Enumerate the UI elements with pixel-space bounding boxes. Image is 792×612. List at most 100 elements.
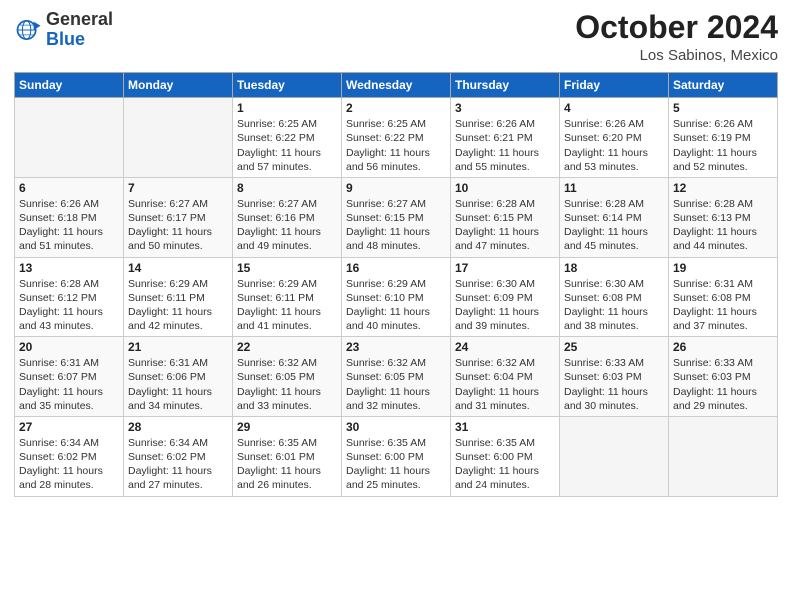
logo-text: General Blue — [46, 10, 113, 50]
calendar-header-wednesday: Wednesday — [342, 73, 451, 98]
calendar-cell: 28 Sunrise: 6:34 AM Sunset: 6:02 PM Dayli… — [124, 416, 233, 496]
day-info: Sunrise: 6:32 AM Sunset: 6:05 PM Dayligh… — [237, 356, 337, 413]
day-info: Sunrise: 6:28 AM Sunset: 6:14 PM Dayligh… — [564, 197, 664, 254]
calendar-cell: 22 Sunrise: 6:32 AM Sunset: 6:05 PM Dayli… — [233, 337, 342, 417]
calendar-cell: 10 Sunrise: 6:28 AM Sunset: 6:15 PM Dayli… — [451, 177, 560, 257]
day-number: 29 — [237, 420, 337, 434]
calendar-cell — [15, 98, 124, 178]
calendar-cell: 13 Sunrise: 6:28 AM Sunset: 6:12 PM Dayli… — [15, 257, 124, 337]
day-info: Sunrise: 6:27 AM Sunset: 6:17 PM Dayligh… — [128, 197, 228, 254]
calendar-cell: 23 Sunrise: 6:32 AM Sunset: 6:05 PM Dayli… — [342, 337, 451, 417]
day-number: 9 — [346, 181, 446, 195]
calendar-table: SundayMondayTuesdayWednesdayThursdayFrid… — [14, 72, 778, 496]
day-info: Sunrise: 6:31 AM Sunset: 6:06 PM Dayligh… — [128, 356, 228, 413]
day-number: 4 — [564, 101, 664, 115]
day-number: 15 — [237, 261, 337, 275]
day-number: 13 — [19, 261, 119, 275]
day-info: Sunrise: 6:31 AM Sunset: 6:07 PM Dayligh… — [19, 356, 119, 413]
location-title: Los Sabinos, Mexico — [575, 47, 778, 64]
day-info: Sunrise: 6:28 AM Sunset: 6:15 PM Dayligh… — [455, 197, 555, 254]
calendar-header-tuesday: Tuesday — [233, 73, 342, 98]
day-number: 10 — [455, 181, 555, 195]
calendar-cell: 29 Sunrise: 6:35 AM Sunset: 6:01 PM Dayli… — [233, 416, 342, 496]
calendar-cell: 27 Sunrise: 6:34 AM Sunset: 6:02 PM Dayli… — [15, 416, 124, 496]
day-number: 21 — [128, 340, 228, 354]
calendar-cell: 21 Sunrise: 6:31 AM Sunset: 6:06 PM Dayli… — [124, 337, 233, 417]
day-info: Sunrise: 6:31 AM Sunset: 6:08 PM Dayligh… — [673, 277, 773, 334]
calendar-cell — [124, 98, 233, 178]
calendar-cell: 19Sunrise: 6:31 AM Sunset: 6:08 PM Dayli… — [669, 257, 778, 337]
day-info: Sunrise: 6:35 AM Sunset: 6:01 PM Dayligh… — [237, 436, 337, 493]
header: General Blue October 2024 Los Sabinos, M… — [14, 10, 778, 64]
calendar-cell: 9 Sunrise: 6:27 AM Sunset: 6:15 PM Daylig… — [342, 177, 451, 257]
calendar-cell: 8Sunrise: 6:27 AM Sunset: 6:16 PM Daylig… — [233, 177, 342, 257]
calendar-week-row: 13 Sunrise: 6:28 AM Sunset: 6:12 PM Dayli… — [15, 257, 778, 337]
day-number: 30 — [346, 420, 446, 434]
day-info: Sunrise: 6:34 AM Sunset: 6:02 PM Dayligh… — [128, 436, 228, 493]
day-number: 6 — [19, 181, 119, 195]
calendar-cell: 11 Sunrise: 6:28 AM Sunset: 6:14 PM Dayli… — [560, 177, 669, 257]
day-info: Sunrise: 6:26 AM Sunset: 6:20 PM Dayligh… — [564, 117, 664, 174]
calendar-cell: 1 Sunrise: 6:25 AM Sunset: 6:22 PM Daylig… — [233, 98, 342, 178]
calendar-week-row: 27 Sunrise: 6:34 AM Sunset: 6:02 PM Dayli… — [15, 416, 778, 496]
calendar-cell: 3 Sunrise: 6:26 AM Sunset: 6:21 PM Daylig… — [451, 98, 560, 178]
calendar-cell: 12 Sunrise: 6:28 AM Sunset: 6:13 PM Dayli… — [669, 177, 778, 257]
title-area: October 2024 Los Sabinos, Mexico — [575, 10, 778, 64]
day-number: 16 — [346, 261, 446, 275]
day-info: Sunrise: 6:32 AM Sunset: 6:05 PM Dayligh… — [346, 356, 446, 413]
day-number: 14 — [128, 261, 228, 275]
calendar-week-row: 20Sunrise: 6:31 AM Sunset: 6:07 PM Dayli… — [15, 337, 778, 417]
calendar-header-friday: Friday — [560, 73, 669, 98]
page: General Blue October 2024 Los Sabinos, M… — [0, 0, 792, 612]
day-info: Sunrise: 6:28 AM Sunset: 6:12 PM Dayligh… — [19, 277, 119, 334]
day-info: Sunrise: 6:28 AM Sunset: 6:13 PM Dayligh… — [673, 197, 773, 254]
day-number: 31 — [455, 420, 555, 434]
day-info: Sunrise: 6:27 AM Sunset: 6:15 PM Dayligh… — [346, 197, 446, 254]
day-info: Sunrise: 6:34 AM Sunset: 6:02 PM Dayligh… — [19, 436, 119, 493]
day-number: 1 — [237, 101, 337, 115]
day-info: Sunrise: 6:35 AM Sunset: 6:00 PM Dayligh… — [455, 436, 555, 493]
calendar-header-sunday: Sunday — [15, 73, 124, 98]
calendar-cell: 14 Sunrise: 6:29 AM Sunset: 6:11 PM Dayli… — [124, 257, 233, 337]
day-number: 23 — [346, 340, 446, 354]
day-info: Sunrise: 6:32 AM Sunset: 6:04 PM Dayligh… — [455, 356, 555, 413]
day-number: 25 — [564, 340, 664, 354]
calendar-cell: 30 Sunrise: 6:35 AM Sunset: 6:00 PM Dayli… — [342, 416, 451, 496]
day-number: 5 — [673, 101, 773, 115]
day-info: Sunrise: 6:29 AM Sunset: 6:11 PM Dayligh… — [128, 277, 228, 334]
day-info: Sunrise: 6:25 AM Sunset: 6:22 PM Dayligh… — [237, 117, 337, 174]
day-number: 12 — [673, 181, 773, 195]
day-number: 28 — [128, 420, 228, 434]
day-number: 3 — [455, 101, 555, 115]
day-info: Sunrise: 6:26 AM Sunset: 6:21 PM Dayligh… — [455, 117, 555, 174]
day-number: 27 — [19, 420, 119, 434]
day-number: 22 — [237, 340, 337, 354]
day-info: Sunrise: 6:35 AM Sunset: 6:00 PM Dayligh… — [346, 436, 446, 493]
calendar-cell — [560, 416, 669, 496]
day-info: Sunrise: 6:29 AM Sunset: 6:11 PM Dayligh… — [237, 277, 337, 334]
calendar-cell: 17Sunrise: 6:30 AM Sunset: 6:09 PM Dayli… — [451, 257, 560, 337]
calendar-cell: 18Sunrise: 6:30 AM Sunset: 6:08 PM Dayli… — [560, 257, 669, 337]
calendar-cell: 24 Sunrise: 6:32 AM Sunset: 6:04 PM Dayli… — [451, 337, 560, 417]
calendar-week-row: 1 Sunrise: 6:25 AM Sunset: 6:22 PM Daylig… — [15, 98, 778, 178]
calendar-header-row: SundayMondayTuesdayWednesdayThursdayFrid… — [15, 73, 778, 98]
day-info: Sunrise: 6:30 AM Sunset: 6:08 PM Dayligh… — [564, 277, 664, 334]
calendar-cell — [669, 416, 778, 496]
day-number: 8 — [237, 181, 337, 195]
calendar-week-row: 6 Sunrise: 6:26 AM Sunset: 6:18 PM Daylig… — [15, 177, 778, 257]
day-number: 7 — [128, 181, 228, 195]
calendar-cell: 16Sunrise: 6:29 AM Sunset: 6:10 PM Dayli… — [342, 257, 451, 337]
day-info: Sunrise: 6:33 AM Sunset: 6:03 PM Dayligh… — [564, 356, 664, 413]
month-title: October 2024 — [575, 10, 778, 45]
calendar-header-saturday: Saturday — [669, 73, 778, 98]
day-number: 24 — [455, 340, 555, 354]
logo-blue: Blue — [46, 30, 113, 50]
calendar-cell: 25 Sunrise: 6:33 AM Sunset: 6:03 PM Dayli… — [560, 337, 669, 417]
day-info: Sunrise: 6:25 AM Sunset: 6:22 PM Dayligh… — [346, 117, 446, 174]
day-info: Sunrise: 6:33 AM Sunset: 6:03 PM Dayligh… — [673, 356, 773, 413]
day-number: 11 — [564, 181, 664, 195]
generalblue-logo-icon — [14, 16, 42, 44]
day-info: Sunrise: 6:26 AM Sunset: 6:18 PM Dayligh… — [19, 197, 119, 254]
calendar-header-thursday: Thursday — [451, 73, 560, 98]
calendar-cell: 5Sunrise: 6:26 AM Sunset: 6:19 PM Daylig… — [669, 98, 778, 178]
